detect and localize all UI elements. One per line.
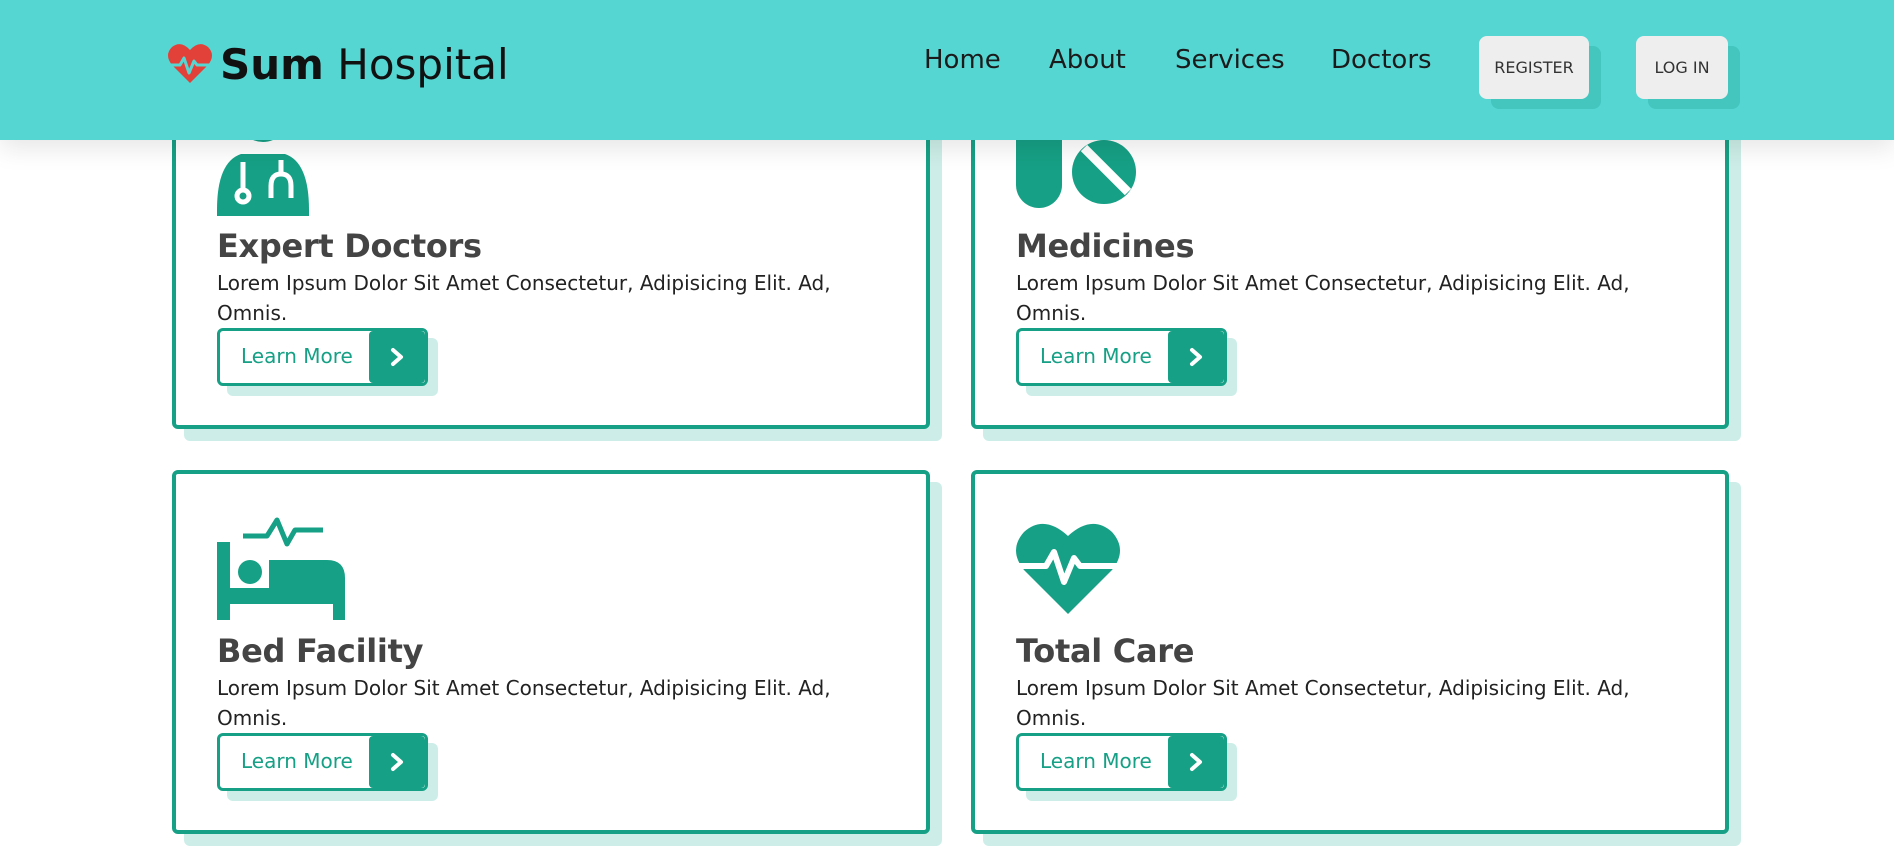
card-title: Bed Facility — [217, 632, 424, 670]
site-logo[interactable]: Sum Hospital — [168, 40, 509, 89]
card-title: Total Care — [1016, 632, 1195, 670]
card-description: Lorem Ipsum Dolor Sit Amet Consectetur, … — [217, 676, 831, 730]
heart-pulse-icon — [1016, 522, 1120, 618]
card-description: Lorem Ipsum Dolor Sit Amet Consectetur, … — [1016, 676, 1630, 730]
learn-more-button[interactable]: Learn More — [1016, 733, 1227, 791]
nav-link-services[interactable]: Services — [1175, 45, 1285, 75]
chevron-right-icon — [369, 736, 425, 788]
learn-more-label: Learn More — [1040, 344, 1152, 368]
service-card-total-care: Total Care Lorem Ipsum Dolor Sit Amet Co… — [971, 470, 1729, 834]
chevron-right-icon — [1168, 736, 1224, 788]
learn-more-label: Learn More — [241, 344, 353, 368]
learn-more-button[interactable]: Learn More — [217, 733, 428, 791]
nav-link-doctors[interactable]: Doctors — [1331, 45, 1432, 75]
nav-link-about[interactable]: About — [1049, 45, 1126, 75]
brand-name-bold: Sum — [220, 40, 324, 89]
heart-pulse-icon — [168, 43, 212, 87]
chevron-right-icon — [1168, 331, 1224, 383]
card-title: Medicines — [1016, 227, 1195, 265]
service-card-bed-facility: Bed Facility Lorem Ipsum Dolor Sit Amet … — [172, 470, 930, 834]
service-card-medicines: Medicines Lorem Ipsum Dolor Sit Amet Con… — [971, 84, 1729, 429]
nav-link-home[interactable]: Home — [924, 45, 1001, 75]
card-description: Lorem Ipsum Dolor Sit Amet Consectetur, … — [1016, 271, 1630, 325]
chevron-right-icon — [369, 331, 425, 383]
brand-name-regular: Hospital — [323, 40, 509, 89]
learn-more-label: Learn More — [1040, 749, 1152, 773]
brand-name: Sum Hospital — [220, 40, 509, 89]
card-title: Expert Doctors — [217, 227, 482, 265]
register-button[interactable]: REGISTER — [1479, 36, 1589, 99]
learn-more-button[interactable]: Learn More — [1016, 328, 1227, 386]
site-header: Sum Hospital Home About Services Doctors… — [0, 0, 1894, 140]
card-description: Lorem Ipsum Dolor Sit Amet Consectetur, … — [217, 271, 831, 325]
bed-icon — [217, 516, 347, 624]
learn-more-label: Learn More — [241, 749, 353, 773]
learn-more-button[interactable]: Learn More — [217, 328, 428, 386]
login-button[interactable]: LOG IN — [1636, 36, 1728, 99]
service-card-expert-doctors: Expert Doctors Lorem Ipsum Dolor Sit Ame… — [172, 90, 930, 429]
